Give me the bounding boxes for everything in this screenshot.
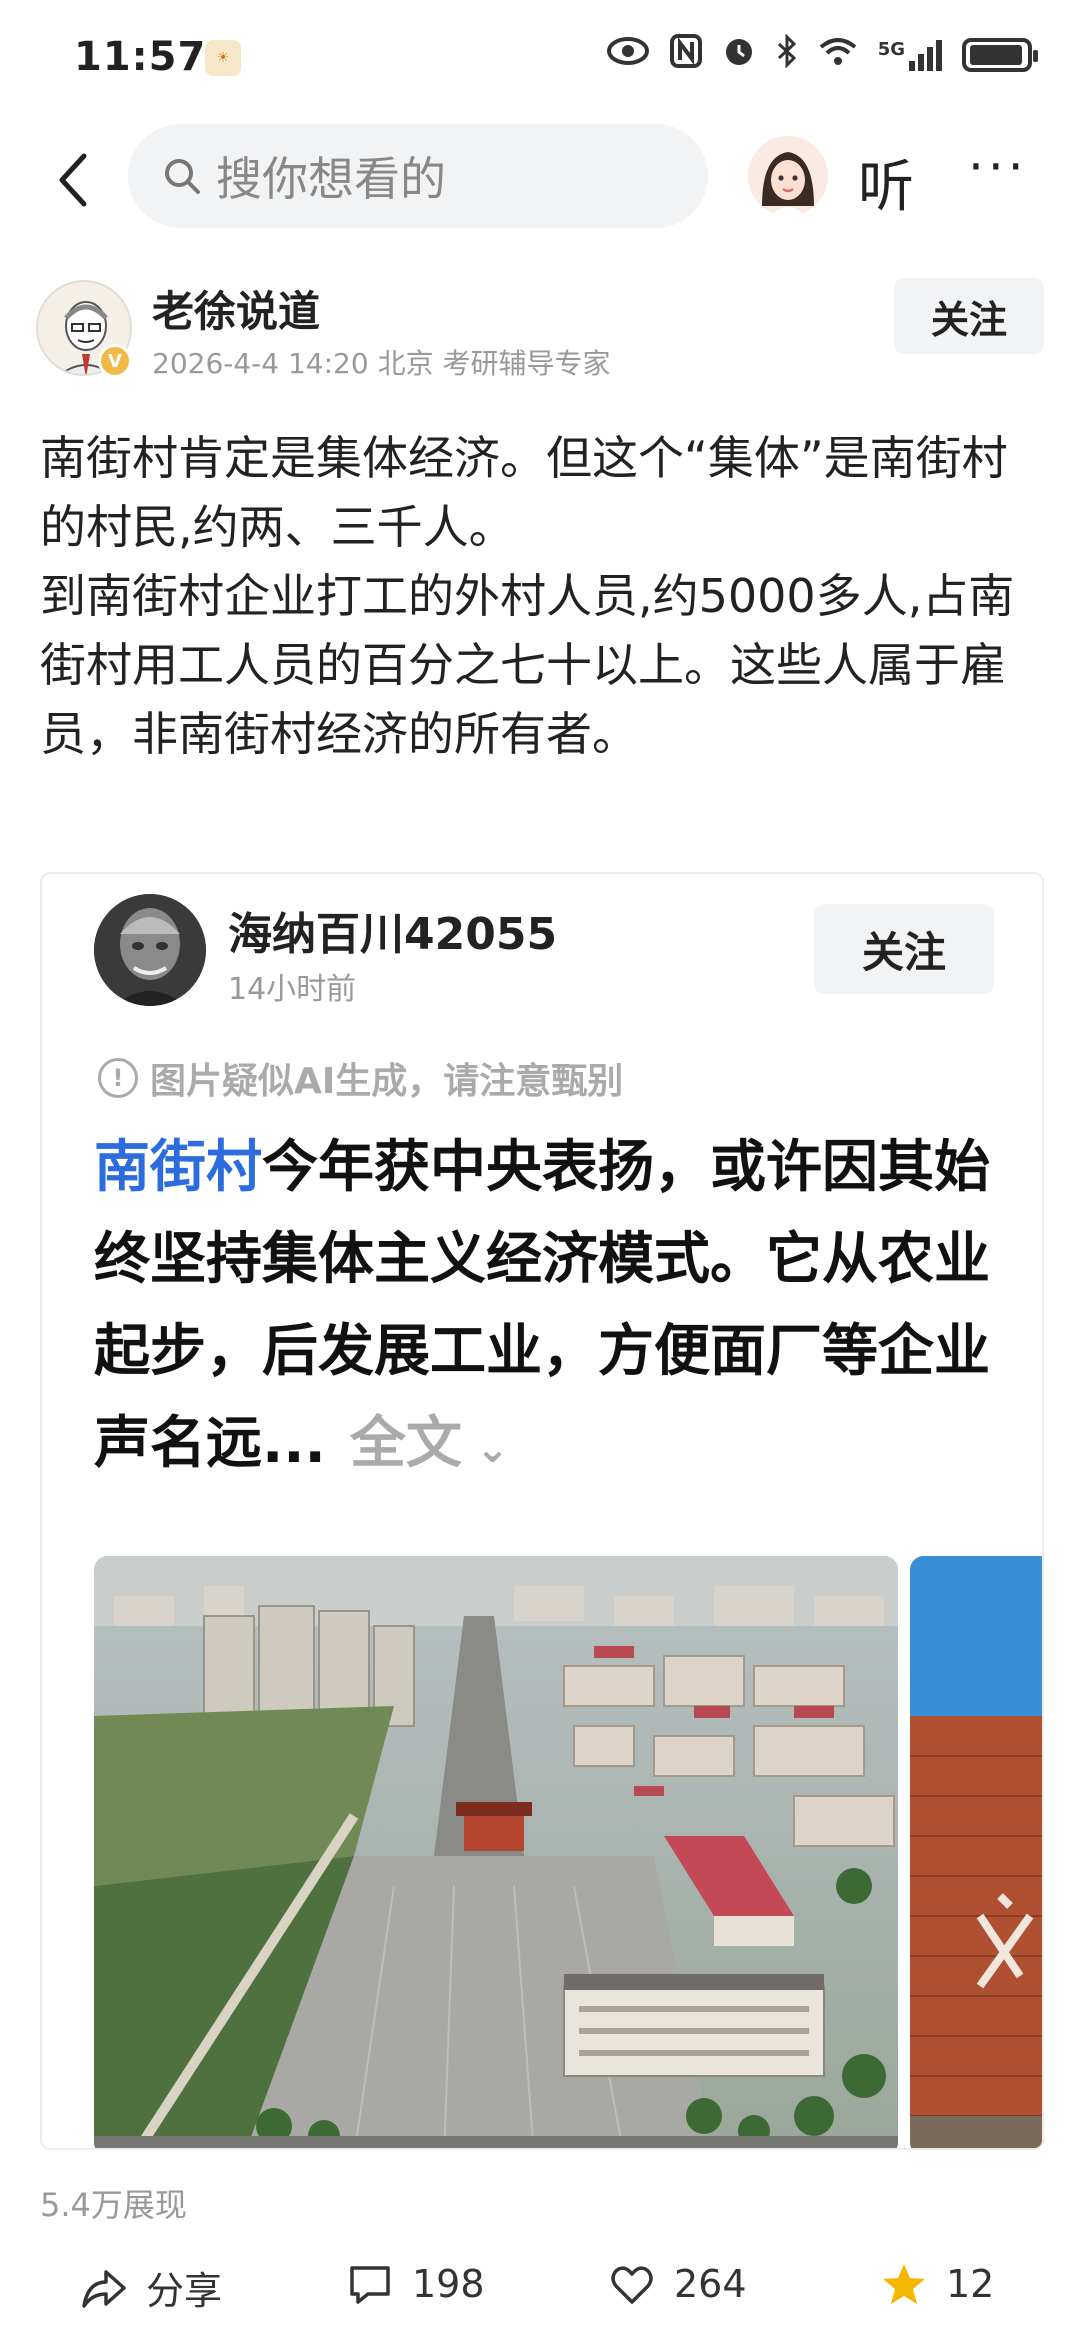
quoted-headline: 南街村今年获中央表扬，或许因其始终坚持集体主义经济模式。它从农业起步，后发展工业… [94,1122,1014,1495]
share-icon [82,2269,126,2308]
brick-wall-image [910,1556,1042,2148]
verified-badge: V [98,344,132,378]
like-button[interactable]: 264 [608,2260,747,2308]
like-count: 264 [674,2262,747,2306]
eye-icon [606,36,650,74]
share-button[interactable]: 分享 [80,2260,222,2315]
quoted-author-name[interactable]: 海纳百川42055 [228,898,557,962]
back-button[interactable] [44,140,104,220]
comment-icon [350,2266,390,2304]
assistant-avatar[interactable] [748,136,828,216]
follow-button[interactable]: 关注 [894,278,1044,354]
post-paragraph: 到南街村企业打工的外村人员,约5000多人,占南街村用工人员的百分之七十以上。这… [40,569,1015,761]
share-label: 分享 [146,2269,223,2313]
quoted-time: 14小时前 [228,972,357,1007]
search-icon [165,159,200,194]
star-icon [883,2264,925,2304]
comment-count: 198 [412,2262,485,2306]
search-bar[interactable]: 搜你想看的 [128,124,708,228]
heart-icon [611,2266,653,2304]
quoted-portrait-icon [94,894,206,1006]
chevron-left-icon [59,153,87,207]
quoted-author-avatar[interactable] [94,894,206,1006]
listen-button[interactable]: 听 [858,142,914,223]
assistant-face-icon [748,136,828,216]
author-name[interactable]: 老徐说道 [152,278,320,339]
battery-icon [962,38,1038,72]
ai-warning: ! 图片疑似AI生成，请注意甄别 [98,1052,623,1104]
post-body: 南街村肯定是集体经济。但这个“集体”是南街村的村民,约两、三千人。 到南街村企业… [40,424,1050,769]
top-nav: 搜你想看的 听 ··· [0,120,1080,240]
action-bar: 分享 198 264 12 [0,2240,1080,2340]
brick-wall-photo[interactable] [910,1556,1042,2148]
quoted-follow-button[interactable]: 关注 [814,904,994,994]
full-text-link[interactable]: 全文 [350,1411,462,1476]
view-count: 5.4万展现 [40,2186,187,2224]
quoted-post-card[interactable]: 海纳百川42055 14小时前 关注 ! 图片疑似AI生成，请注意甄别 南街村今… [40,872,1044,2150]
exclamation-icon: ! [98,1058,138,1098]
status-icons: 5G [606,33,1038,76]
nfc-icon [669,34,702,76]
bluetooth-icon [776,33,798,76]
favorite-button[interactable]: 12 [880,2260,994,2308]
wifi-icon [818,35,858,75]
aerial-photo-image [94,1556,898,2148]
headline-highlight[interactable]: 南街村 [94,1135,262,1200]
status-time: 11:57 [74,34,207,80]
ai-warning-text: 图片疑似AI生成，请注意甄别 [150,1061,624,1102]
aerial-village-photo[interactable] [94,1556,898,2148]
more-button[interactable]: ··· [968,138,1028,196]
status-bar: 11:57 ☀ 5G [0,0,1080,120]
chevron-down-icon[interactable]: ⌄ [462,1426,510,1472]
network-type: 5G [877,39,905,60]
alarm-icon [722,34,756,76]
post-paragraph: 南街村肯定是集体经济。但这个“集体”是南街村的村民,约两、三千人。 [40,431,1008,554]
signal-icon: 5G [878,39,942,71]
author-meta: 2026-4-4 14:20 北京 考研辅导专家 [152,347,611,380]
app-notification-icon: ☀ [205,40,241,76]
search-placeholder: 搜你想看的 [216,152,446,206]
comment-button[interactable]: 198 [346,2260,485,2308]
favorite-count: 12 [946,2262,995,2306]
